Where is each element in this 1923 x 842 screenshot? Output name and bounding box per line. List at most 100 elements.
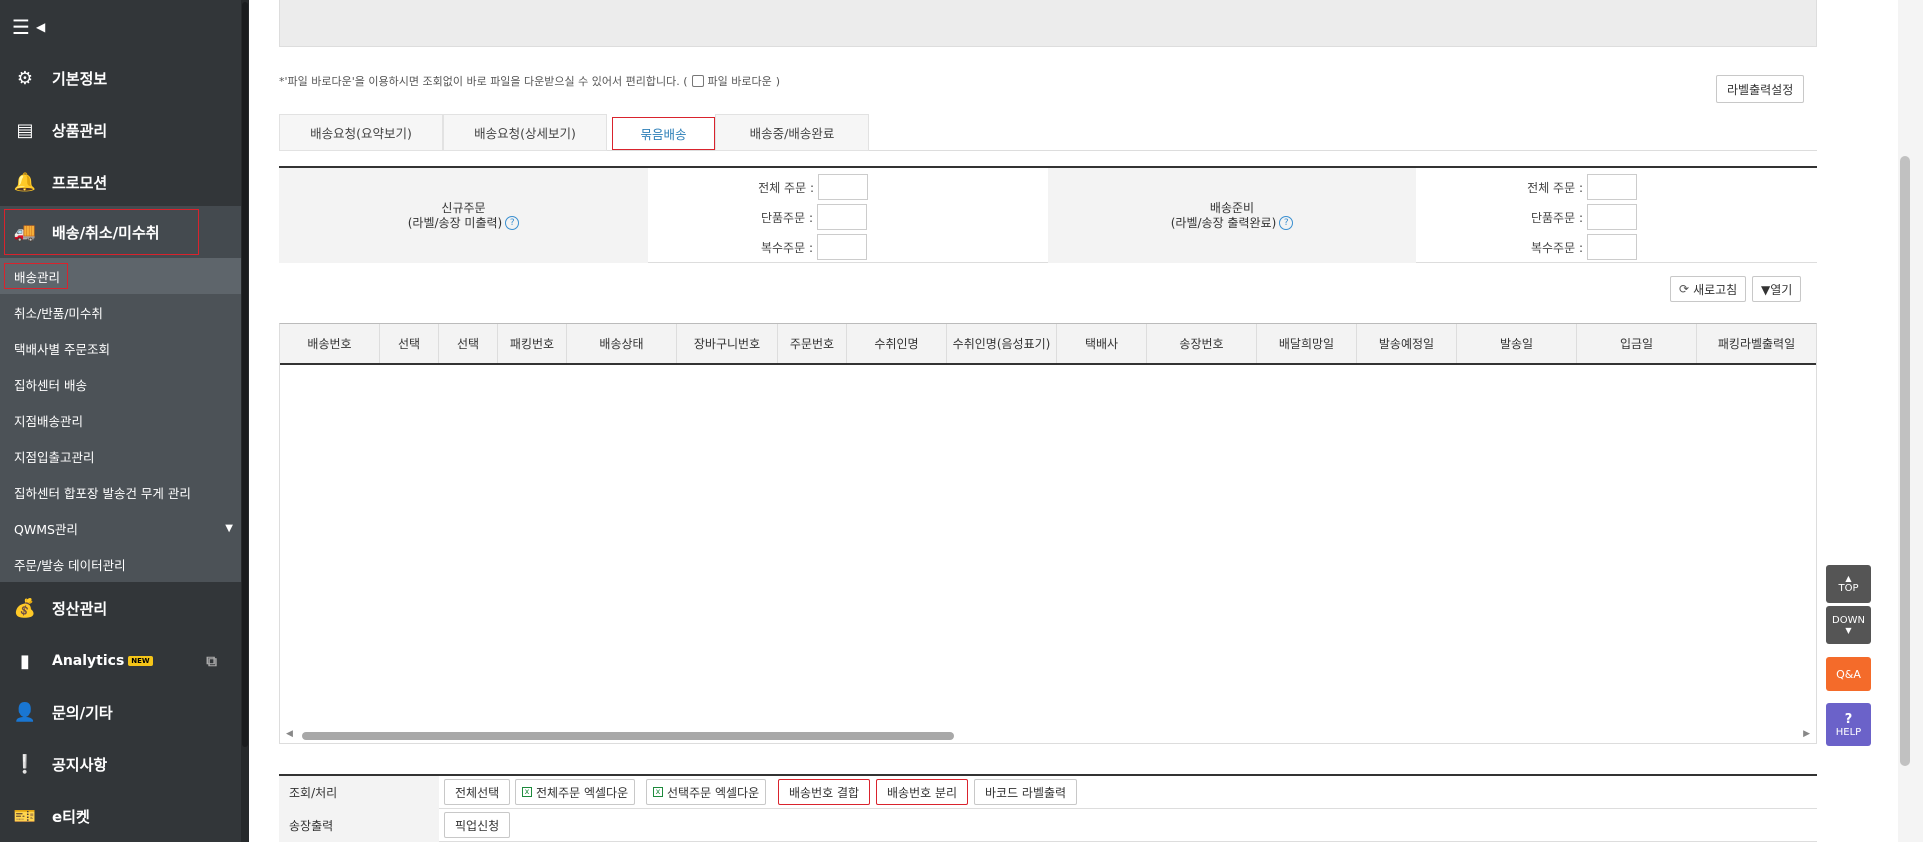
sidebar-collapse-toggle[interactable]: ☰ ◀	[12, 16, 62, 38]
external-link-icon[interactable]: ⧉	[206, 652, 217, 670]
submenu-shipping-manage[interactable]: 배송관리	[0, 258, 241, 294]
menu-label: 문의/기타	[52, 703, 113, 722]
notice-icon: ❕	[13, 753, 37, 775]
column-header[interactable]: 발송일	[1457, 324, 1577, 363]
submenu-hub-weight[interactable]: 집하센터 합포장 발송건 무게 관리	[0, 474, 241, 510]
submenu-hub-shipping[interactable]: 집하센터 배송	[0, 366, 241, 402]
person-icon: 👤	[13, 701, 37, 723]
merge-shipping-button[interactable]: 배송번호 결합	[778, 779, 871, 805]
row-label: 전체 주문 :	[1527, 180, 1583, 195]
submenu-branch-inout[interactable]: 지점입출고관리	[0, 438, 241, 474]
action-row-query: 조회/처리 전체선택 x 전체주문 엑셀다운 x 선택주문 엑셀다운 배송번호 결합…	[279, 776, 1817, 809]
ready-single-row: 단품주문 :	[1513, 204, 1637, 230]
document-icon: ▤	[16, 119, 34, 141]
column-header[interactable]: 패킹번호	[498, 324, 567, 363]
grid-horizontal-scrollbar[interactable]: ◀ ▶	[280, 727, 1816, 743]
scroll-left-arrow-icon[interactable]: ◀	[286, 729, 293, 739]
menu-label: 공지사항	[52, 755, 108, 774]
open-button[interactable]: ▼열기	[1752, 276, 1802, 302]
menu-label: 프로모션	[52, 173, 108, 192]
sidebar: ☰ ◀ ⚙ 기본정보 ▤ 상품관리 🔔 프로모션 🚚 배송/취소/미수취 배송관…	[0, 0, 249, 842]
column-header[interactable]: 송장번호	[1147, 324, 1257, 363]
column-header[interactable]: 장바구니번호	[677, 324, 778, 363]
file-download-notice: *'파일 바로다운'을 이용하시면 조회없이 바로 파일을 다운받으실 수 있어…	[279, 73, 780, 89]
submenu-label: 주문/발송 데이터관리	[14, 557, 126, 573]
column-header[interactable]: 발송예정일	[1357, 324, 1457, 363]
barcode-label-button[interactable]: 바코드 라벨출력	[974, 779, 1078, 805]
shipping-submenu: 배송관리 취소/반품/미수취 택배사별 주문조회 집하센터 배송 지점배송관리 …	[0, 258, 241, 582]
column-header[interactable]: 선택	[380, 324, 439, 363]
new-multi-value	[817, 234, 867, 260]
up-arrow-icon: ▲	[1845, 574, 1852, 583]
row-title: 송장출력	[289, 819, 334, 833]
main-content: *'파일 바로다운'을 이용하시면 조회없이 바로 파일을 다운받으실 수 있어…	[249, 0, 1923, 842]
row-label: 단품주문 :	[760, 210, 813, 225]
select-all-button[interactable]: 전체선택	[444, 779, 511, 805]
column-header[interactable]: 선택	[439, 324, 498, 363]
menu-promotion[interactable]: 🔔 프로모션	[0, 156, 241, 208]
direct-download-checkbox[interactable]	[691, 75, 704, 87]
ready-single-value	[1587, 204, 1637, 230]
split-shipping-button[interactable]: 배송번호 분리	[876, 779, 969, 805]
help-button[interactable]: ? HELP	[1826, 703, 1871, 746]
menu-inquiry[interactable]: 👤 문의/기타	[0, 686, 241, 738]
tab-request-detail[interactable]: 배송요청(상세보기)	[443, 114, 607, 151]
shipping-grid: 배송번호 선택 선택 패킹번호 배송상태 장바구니번호 주문번호 수취인명 수취…	[279, 323, 1817, 744]
refresh-label: 새로고침	[1693, 282, 1738, 297]
tab-in-transit[interactable]: 배송중/배송완료	[715, 114, 869, 151]
column-header[interactable]: 수취인명(음성표기)	[947, 324, 1057, 363]
menu-basic-info[interactable]: ⚙ 기본정보	[0, 52, 241, 104]
submenu-branch-shipping[interactable]: 지점배송관리	[0, 402, 241, 438]
tab-request-summary[interactable]: 배송요청(요약보기)	[279, 114, 443, 151]
down-arrow-icon: ▼	[1845, 626, 1852, 635]
checkbox-label: 파일 바로다운	[707, 75, 772, 88]
scroll-right-arrow-icon[interactable]: ▶	[1803, 729, 1810, 739]
menu-settlement[interactable]: 💰 정산관리	[0, 582, 241, 634]
ticket-icon: 🎫	[13, 805, 37, 827]
submenu-label: 집하센터 합포장 발송건 무게 관리	[14, 485, 191, 501]
highlight-box	[4, 263, 68, 289]
qa-button[interactable]: Q&A	[1826, 657, 1871, 691]
menu-shipping[interactable]: 🚚 배송/취소/미수취	[0, 206, 241, 258]
sidebar-scrollbar[interactable]	[241, 0, 249, 842]
menu-product[interactable]: ▤ 상품관리	[0, 104, 241, 156]
submenu-cancel-return[interactable]: 취소/반품/미수취	[0, 294, 241, 330]
pickup-request-button[interactable]: 픽업신청	[444, 812, 511, 838]
menu-notice[interactable]: ❕ 공지사항	[0, 738, 241, 790]
down-button[interactable]: DOWN ▼	[1826, 606, 1871, 644]
column-header[interactable]: 배송상태	[567, 324, 677, 363]
excel-selected-button[interactable]: x 선택주문 엑셀다운	[646, 779, 767, 805]
submenu-label: 지점입출고관리	[14, 449, 95, 465]
column-header[interactable]: 패킹라벨출력일	[1697, 324, 1816, 363]
column-header[interactable]: 입금일	[1577, 324, 1697, 363]
menu-eticket[interactable]: 🎫 e티켓	[0, 790, 241, 842]
highlight-box	[4, 209, 199, 255]
column-header[interactable]: 주문번호	[778, 324, 847, 363]
column-header[interactable]: 배달희망일	[1257, 324, 1357, 363]
excel-icon: x	[653, 787, 663, 797]
page-scrollbar[interactable]	[1898, 0, 1923, 842]
submenu-order-data[interactable]: 주문/발송 데이터관리	[0, 546, 241, 582]
ready-orders-subtitle: (라벨/송장 출력완료)	[1170, 215, 1277, 230]
submenu-courier-orders[interactable]: 택배사별 주문조회	[0, 330, 241, 366]
grid-scroll-thumb[interactable]	[302, 732, 954, 740]
submenu-qwms[interactable]: QWMS관리 ▼	[0, 510, 241, 546]
column-header[interactable]: 수취인명	[847, 324, 947, 363]
refresh-button[interactable]: ⟳ 새로고침	[1670, 276, 1747, 302]
tab-bundle-shipping[interactable]: 묶음배송	[612, 117, 715, 150]
column-header[interactable]: 배송번호	[280, 324, 380, 363]
ready-total-row: 전체 주문 :	[1513, 174, 1637, 200]
top-button[interactable]: ▲ TOP	[1826, 565, 1871, 603]
excel-icon: x	[522, 787, 532, 797]
menu-analytics[interactable]: ▮ Analytics NEW ⧉	[0, 635, 241, 687]
column-header[interactable]: 택배사	[1057, 324, 1147, 363]
excel-all-button[interactable]: x 전체주문 엑셀다운	[515, 779, 636, 805]
row-label: 복수주문 :	[1530, 240, 1583, 255]
page-scroll-thumb[interactable]	[1900, 156, 1910, 766]
sidebar-scroll-thumb[interactable]	[242, 2, 248, 747]
help-icon[interactable]: ?	[505, 216, 520, 230]
label-settings-button[interactable]: 라벨출력설정	[1716, 75, 1805, 103]
bar-chart-icon: ▮	[20, 650, 30, 672]
help-icon[interactable]: ?	[1279, 216, 1294, 230]
menu-label: 기본정보	[52, 69, 108, 88]
